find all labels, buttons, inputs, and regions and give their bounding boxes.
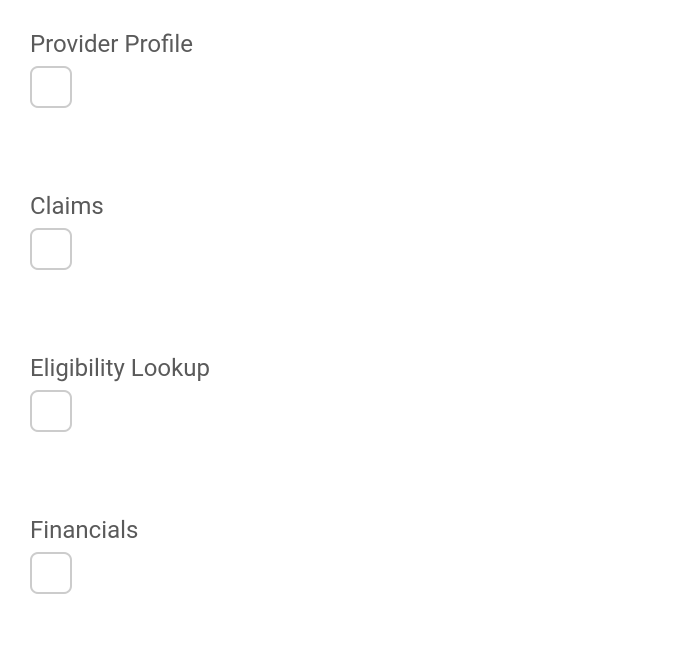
checkbox-provider-profile[interactable] — [30, 66, 72, 108]
checkbox-claims[interactable] — [30, 228, 72, 270]
option-provider-profile: Provider Profile — [30, 30, 670, 112]
option-label: Eligibility Lookup — [30, 354, 670, 382]
checkbox-financials[interactable] — [30, 552, 72, 594]
option-claims: Claims — [30, 192, 670, 274]
option-financials: Financials — [30, 516, 670, 598]
option-label: Financials — [30, 516, 670, 544]
option-label: Provider Profile — [30, 30, 670, 58]
option-eligibility-lookup: Eligibility Lookup — [30, 354, 670, 436]
option-label: Claims — [30, 192, 670, 220]
checkbox-eligibility-lookup[interactable] — [30, 390, 72, 432]
